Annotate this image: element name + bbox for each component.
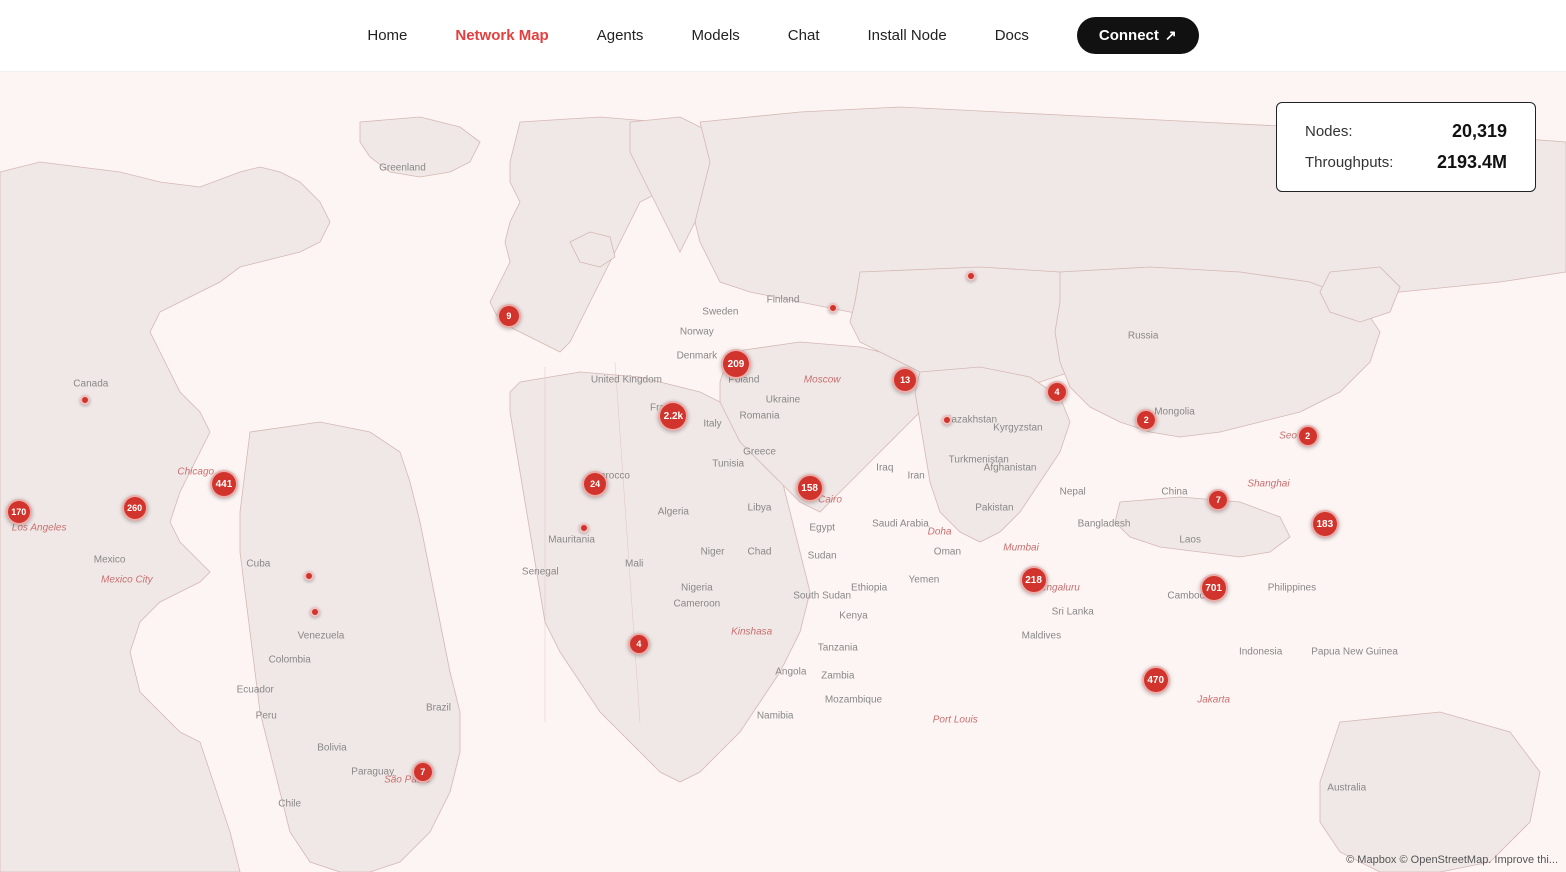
- node-marker-m12[interactable]: 701: [1200, 574, 1228, 602]
- nodes-value: 20,319: [1452, 121, 1507, 142]
- node-marker-m17[interactable]: 260: [122, 495, 148, 521]
- nav-agents[interactable]: Agents: [597, 27, 644, 44]
- node-marker-m8[interactable]: 4: [1046, 381, 1068, 403]
- node-marker-m3[interactable]: 2.2k: [658, 401, 688, 431]
- throughputs-value: 2193.4M: [1437, 152, 1507, 173]
- nodes-row: Nodes: 20,319: [1305, 121, 1507, 142]
- nav-chat[interactable]: Chat: [788, 27, 820, 44]
- node-marker-m7[interactable]: 13: [892, 367, 918, 393]
- node-marker-m13[interactable]: 470: [1142, 666, 1170, 694]
- nav-install-node[interactable]: Install Node: [867, 27, 946, 44]
- node-dot-d2[interactable]: [828, 303, 838, 313]
- node-dot-d3[interactable]: [942, 415, 952, 425]
- node-marker-m11[interactable]: 218: [1020, 566, 1048, 594]
- node-dot-d1[interactable]: [966, 271, 976, 281]
- node-marker-m9[interactable]: 2: [1135, 409, 1157, 431]
- nodes-label: Nodes:: [1305, 123, 1353, 140]
- node-marker-m16[interactable]: 441: [210, 470, 238, 498]
- node-marker-m5[interactable]: 4: [628, 633, 650, 655]
- node-marker-m6[interactable]: 158: [796, 474, 824, 502]
- node-dot-d7[interactable]: [579, 523, 589, 533]
- node-marker-m19[interactable]: 7: [412, 761, 434, 783]
- node-marker-m10[interactable]: 7: [1207, 489, 1229, 511]
- navbar: Home Network Map Agents Models Chat Inst…: [0, 0, 1566, 72]
- stats-card: Nodes: 20,319 Throughputs: 2193.4M: [1276, 102, 1536, 192]
- node-marker-m2[interactable]: 209: [721, 349, 751, 379]
- node-dot-d5[interactable]: [304, 571, 314, 581]
- node-dot-d4[interactable]: [80, 395, 90, 405]
- node-marker-m1[interactable]: 9: [497, 304, 521, 328]
- nav-docs[interactable]: Docs: [995, 27, 1029, 44]
- throughputs-row: Throughputs: 2193.4M: [1305, 152, 1507, 173]
- throughputs-label: Throughputs:: [1305, 154, 1393, 171]
- node-dot-d6[interactable]: [310, 607, 320, 617]
- node-marker-m18[interactable]: 170: [6, 499, 32, 525]
- nav-network-map[interactable]: Network Map: [455, 27, 548, 44]
- node-marker-m15[interactable]: 2: [1297, 425, 1319, 447]
- connect-button[interactable]: Connect: [1077, 17, 1199, 54]
- node-marker-m4[interactable]: 24: [582, 471, 608, 497]
- nav-home[interactable]: Home: [367, 27, 407, 44]
- node-marker-m14[interactable]: 183: [1311, 510, 1339, 538]
- nav-models[interactable]: Models: [691, 27, 739, 44]
- map-container: GreenlandCanadaChicagoLos AngelesMexicoM…: [0, 72, 1566, 872]
- map-attribution: © Mapbox © OpenStreetMap. Improve thi...: [1346, 854, 1558, 866]
